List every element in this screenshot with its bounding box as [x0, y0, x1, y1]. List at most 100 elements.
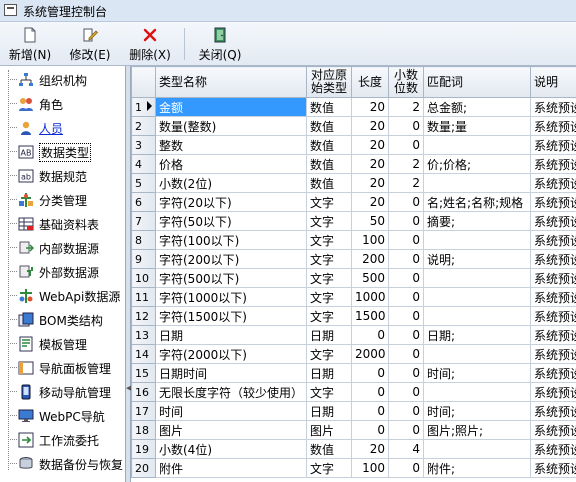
- table-row[interactable]: 19小数(4位)数值204 系统预设: [131, 439, 576, 459]
- table-row[interactable]: 11字符(1000以下)文字10000 系统预设: [131, 287, 576, 307]
- tree-item-workflow[interactable]: 工作流委托: [0, 430, 125, 450]
- decimals-cell[interactable]: 0: [388, 458, 424, 478]
- decimals-cell[interactable]: 4: [388, 439, 424, 459]
- type-name-cell[interactable]: 日期时间: [155, 363, 307, 383]
- type-name-cell[interactable]: 时间: [155, 401, 307, 421]
- type-name-cell[interactable]: 整数: [155, 135, 307, 155]
- source-type-cell[interactable]: 日期: [306, 363, 352, 383]
- column-header[interactable]: 小数位数: [388, 66, 424, 98]
- type-name-cell[interactable]: 数量(整数): [155, 116, 307, 136]
- table-row[interactable]: 2数量(整数)数值200数量;量系统预设: [131, 116, 576, 136]
- match-words-cell[interactable]: 时间;: [423, 401, 531, 421]
- tree-item-webpc[interactable]: WebPC导航: [0, 406, 125, 426]
- table-row[interactable]: 5小数(2位)数值202 系统预设: [131, 173, 576, 193]
- decimals-cell[interactable]: 0: [388, 287, 424, 307]
- match-words-cell[interactable]: [423, 439, 531, 459]
- table-row[interactable]: 16无限长度字符（较少使用）文字00系统预设: [131, 382, 576, 402]
- match-words-cell[interactable]: 名;姓名;名称;规格: [423, 192, 531, 212]
- source-type-cell[interactable]: 数值: [306, 116, 352, 136]
- match-words-cell[interactable]: [423, 382, 531, 402]
- tree-item-webapi[interactable]: WebApi数据源: [0, 286, 125, 306]
- match-words-cell[interactable]: [423, 135, 531, 155]
- description-cell[interactable]: 系统预设: [530, 363, 576, 383]
- match-words-cell[interactable]: [423, 230, 531, 250]
- length-cell[interactable]: 500: [351, 268, 389, 288]
- match-words-cell[interactable]: 图片;照片;: [423, 420, 531, 440]
- source-type-cell[interactable]: 数值: [306, 135, 352, 155]
- length-cell[interactable]: 20: [351, 116, 389, 136]
- tree-item-nav-panel[interactable]: 导航面板管理: [0, 358, 125, 378]
- match-words-cell[interactable]: 价;价格;: [423, 154, 531, 174]
- source-type-cell[interactable]: 文字: [306, 458, 352, 478]
- length-cell[interactable]: 100: [351, 458, 389, 478]
- source-type-cell[interactable]: 数值: [306, 97, 352, 117]
- column-header[interactable]: 匹配词: [423, 66, 531, 98]
- type-name-cell[interactable]: 字符(2000以下): [155, 344, 307, 364]
- decimals-cell[interactable]: 0: [388, 363, 424, 383]
- decimals-cell[interactable]: 0: [388, 344, 424, 364]
- source-type-cell[interactable]: 文字: [306, 268, 352, 288]
- decimals-cell[interactable]: 0: [388, 325, 424, 345]
- description-cell[interactable]: 系统预设: [530, 458, 576, 478]
- length-cell[interactable]: 20: [351, 97, 389, 117]
- description-cell[interactable]: 系统预设: [530, 230, 576, 250]
- source-type-cell[interactable]: 文字: [306, 287, 352, 307]
- source-type-cell[interactable]: 文字: [306, 344, 352, 364]
- column-header[interactable]: 说明: [530, 66, 576, 98]
- table-row[interactable]: 10字符(500以下)文字5000 系统预设: [131, 268, 576, 288]
- type-name-cell[interactable]: 图片: [155, 420, 307, 440]
- type-name-cell[interactable]: 字符(100以下): [155, 230, 307, 250]
- type-name-cell[interactable]: 字符(50以下): [155, 211, 307, 231]
- source-type-cell[interactable]: 文字: [306, 249, 352, 269]
- match-words-cell[interactable]: 数量;量: [423, 116, 531, 136]
- column-header[interactable]: 类型名称: [155, 66, 307, 98]
- type-name-cell[interactable]: 附件: [155, 458, 307, 478]
- tree-item-template[interactable]: 模板管理: [0, 334, 125, 354]
- type-name-cell[interactable]: 字符(500以下): [155, 268, 307, 288]
- table-row[interactable]: 20附件文字1000附件;系统预设: [131, 458, 576, 478]
- table-row[interactable]: 8字符(100以下)文字1000 系统预设: [131, 230, 576, 250]
- tree-item-backup[interactable]: 数据备份与恢复: [0, 454, 125, 474]
- type-name-cell[interactable]: 小数(4位): [155, 439, 307, 459]
- column-header[interactable]: 长度: [351, 66, 389, 98]
- length-cell[interactable]: 20: [351, 192, 389, 212]
- table-row[interactable]: 9字符(200以下)文字2000说明;系统预设: [131, 249, 576, 269]
- table-row[interactable]: 14字符(2000以下)文字20000 系统预设: [131, 344, 576, 364]
- source-type-cell[interactable]: 文字: [306, 192, 352, 212]
- close-button[interactable]: 关闭(Q): [194, 24, 246, 64]
- type-name-cell[interactable]: 价格: [155, 154, 307, 174]
- length-cell[interactable]: 20: [351, 439, 389, 459]
- match-words-cell[interactable]: 日期;: [423, 325, 531, 345]
- source-type-cell[interactable]: 数值: [306, 154, 352, 174]
- table-row[interactable]: 18图片图片00图片;照片;系统预设: [131, 420, 576, 440]
- length-cell[interactable]: 20: [351, 154, 389, 174]
- tree-item-category[interactable]: 分类管理: [0, 190, 125, 210]
- source-type-cell[interactable]: 文字: [306, 382, 352, 402]
- table-row[interactable]: 1金额数值202总金额;系统预设: [131, 97, 576, 117]
- description-cell[interactable]: 系统预设: [530, 268, 576, 288]
- table-row[interactable]: 6字符(20以下)文字200名;姓名;名称;规格系统预设: [131, 192, 576, 212]
- length-cell[interactable]: 1000: [351, 287, 389, 307]
- decimals-cell[interactable]: 0: [388, 268, 424, 288]
- decimals-cell[interactable]: 0: [388, 116, 424, 136]
- description-cell[interactable]: 系统预设: [530, 287, 576, 307]
- description-cell[interactable]: 系统预设: [530, 306, 576, 326]
- table-row[interactable]: 12字符(1500以下)文字15000 系统预设: [131, 306, 576, 326]
- column-header[interactable]: 对应原始类型: [306, 66, 352, 98]
- description-cell[interactable]: 系统预设: [530, 420, 576, 440]
- source-type-cell[interactable]: 日期: [306, 325, 352, 345]
- type-name-cell[interactable]: 字符(1500以下): [155, 306, 307, 326]
- source-type-cell[interactable]: 文字: [306, 306, 352, 326]
- source-type-cell[interactable]: 数值: [306, 439, 352, 459]
- description-cell[interactable]: 系统预设: [530, 173, 576, 193]
- source-type-cell[interactable]: 文字: [306, 211, 352, 231]
- delete-button[interactable]: 删除(X): [124, 24, 176, 64]
- length-cell[interactable]: 0: [351, 401, 389, 421]
- decimals-cell[interactable]: 0: [388, 306, 424, 326]
- decimals-cell[interactable]: 0: [388, 420, 424, 440]
- decimals-cell[interactable]: 0: [388, 192, 424, 212]
- table-row[interactable]: 7字符(50以下)文字500摘要;系统预设: [131, 211, 576, 231]
- match-words-cell[interactable]: [423, 287, 531, 307]
- length-cell[interactable]: 20: [351, 173, 389, 193]
- type-name-cell[interactable]: 日期: [155, 325, 307, 345]
